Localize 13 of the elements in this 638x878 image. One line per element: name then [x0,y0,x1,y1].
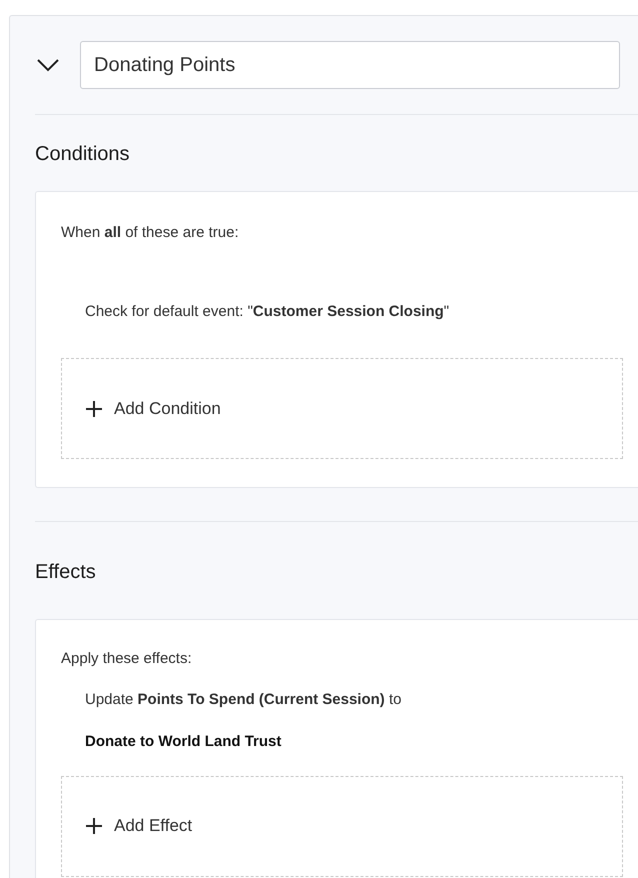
section-heading: Effects [35,560,97,585]
effects-intro: Apply these effects: [61,649,193,669]
rule-name-field[interactable]: Donating Points [80,41,620,89]
add-button[interactable]: Add Effect [61,776,623,876]
conditions-intro: When all of these are true: [61,223,240,243]
condition-item: Check for default event: "Customer Session Closing" [84,302,450,322]
add-button[interactable]: Add Condition [61,358,623,459]
section-heading: Conditions [35,142,131,167]
plus-icon [86,400,102,416]
chevron-icon[interactable] [36,58,60,72]
effect-item: Update Points To Spend (Current Session) to [85,690,402,710]
plus-icon [86,818,102,834]
effect-value: Donate to World Land Trust [85,732,282,752]
